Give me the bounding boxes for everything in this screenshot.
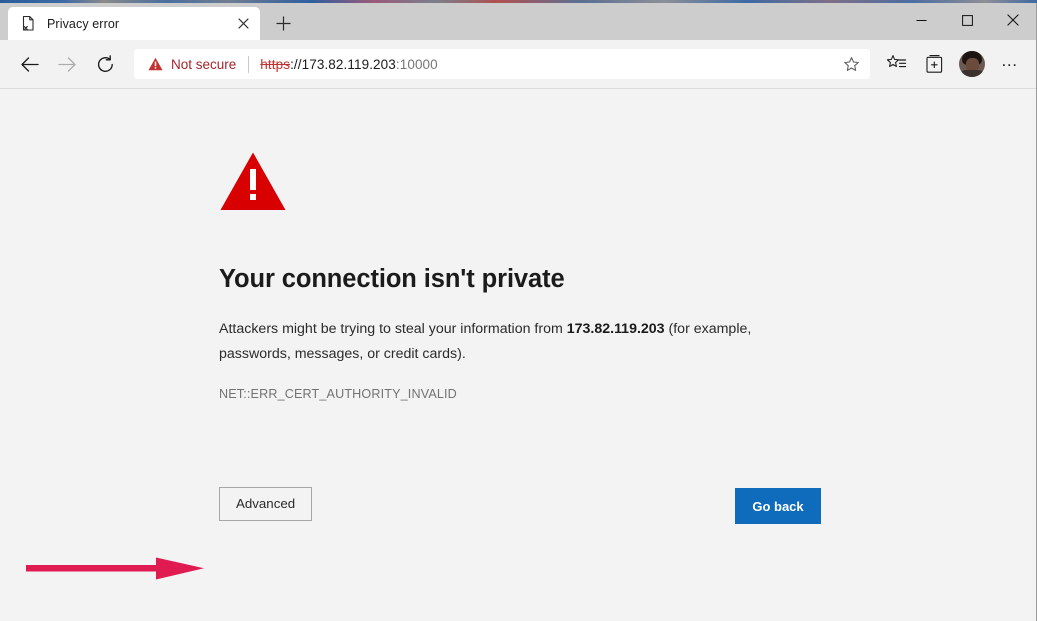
url-host: 173.82.119.203: [302, 57, 396, 72]
page-body-text: Attackers might be trying to steal your …: [219, 317, 764, 367]
address-bar[interactable]: Not secure https://173.82.119.203:10000: [134, 49, 870, 79]
page-viewport: Your connection isn't private Attackers …: [0, 88, 1036, 621]
error-code: NET::ERR_CERT_AUTHORITY_INVALID: [219, 387, 839, 401]
not-secure-label: Not secure: [171, 57, 236, 72]
go-back-button[interactable]: Go back: [735, 488, 821, 524]
url-text[interactable]: https://173.82.119.203:10000: [260, 57, 838, 72]
close-tab-icon[interactable]: [232, 13, 254, 35]
maximize-button[interactable]: [944, 3, 990, 37]
not-secure-indicator[interactable]: Not secure: [148, 57, 236, 72]
body-lead: Attackers might be trying to steal your …: [219, 321, 567, 337]
minimize-button[interactable]: [898, 3, 944, 37]
collections-button[interactable]: [916, 46, 952, 82]
tab-strip: Privacy error: [0, 3, 1036, 40]
browser-tab-privacy-error[interactable]: Privacy error: [8, 7, 260, 40]
close-window-button[interactable]: [990, 3, 1036, 37]
plus-icon: [276, 16, 291, 31]
url-port: :10000: [396, 57, 438, 72]
page-title: Your connection isn't private: [219, 265, 839, 294]
profile-avatar-icon: [959, 51, 985, 77]
advanced-button[interactable]: Advanced: [219, 487, 312, 521]
favorites-list-button[interactable]: [878, 46, 914, 82]
favorites-list-icon: [886, 54, 907, 74]
page-actions: Advanced Go back: [219, 487, 839, 523]
profile-button[interactable]: [954, 46, 990, 82]
settings-and-more-button[interactable]: …: [992, 46, 1028, 82]
url-separator: ://: [290, 57, 302, 72]
annotation-arrow: [26, 555, 204, 583]
body-host: 173.82.119.203: [567, 321, 665, 337]
window-controls: [898, 3, 1036, 37]
tab-title: Privacy error: [47, 17, 232, 31]
warning-triangle-icon: [148, 57, 163, 71]
close-icon: [1007, 14, 1019, 26]
collections-icon: [924, 54, 945, 75]
privacy-error-page: Your connection isn't private Attackers …: [219, 151, 839, 401]
browser-window: Privacy error: [0, 3, 1037, 621]
new-tab-button[interactable]: [266, 8, 300, 38]
url-scheme: https: [260, 57, 290, 72]
avatar-shoulder: [959, 70, 985, 77]
add-favorite-icon[interactable]: [838, 51, 864, 77]
forward-arrow-icon: [57, 54, 78, 75]
refresh-button[interactable]: [86, 45, 124, 83]
minimize-icon: [916, 15, 927, 26]
back-arrow-icon: [19, 54, 40, 75]
maximize-icon: [962, 15, 973, 26]
back-button[interactable]: [10, 45, 48, 83]
settings-more-icon: …: [1001, 52, 1020, 69]
browser-toolbar: Not secure https://173.82.119.203:10000: [0, 40, 1036, 88]
forward-button[interactable]: [48, 45, 86, 83]
address-bar-divider: [248, 56, 249, 73]
broken-page-icon: [20, 15, 37, 32]
red-warning-triangle-icon: [219, 151, 287, 212]
refresh-icon: [95, 54, 116, 75]
screen: Privacy error: [0, 0, 1037, 621]
